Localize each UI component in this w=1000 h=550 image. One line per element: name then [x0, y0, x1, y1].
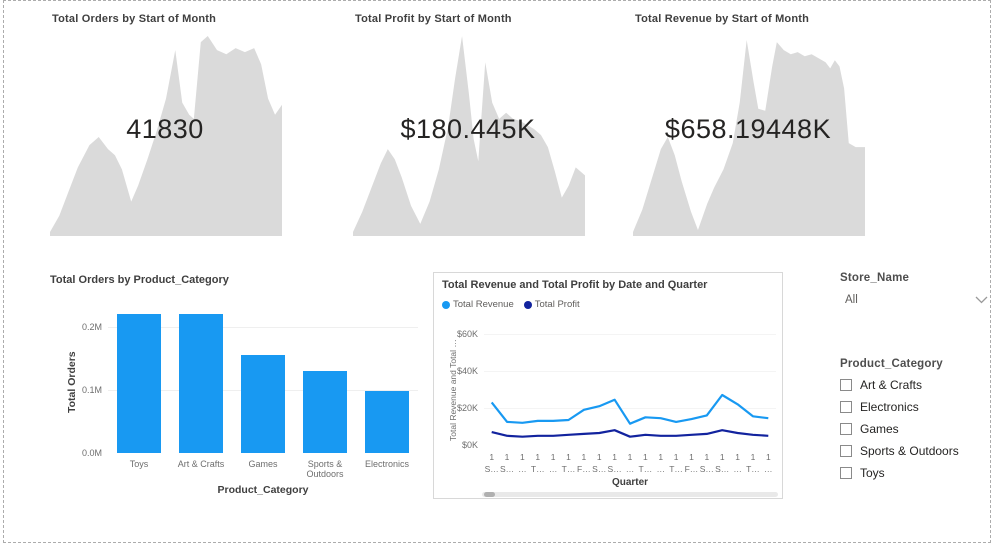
- bar-toys[interactable]: [117, 314, 161, 453]
- line-chart-revenue-profit: Total Revenue and Total Profit by Date a…: [433, 272, 783, 499]
- checkbox-icon[interactable]: [840, 467, 852, 479]
- x-tick-date-label: S…: [699, 463, 714, 475]
- x-tick-quarter-label: 1: [561, 451, 576, 463]
- slicer-store-name-header: Store_Name: [840, 272, 990, 284]
- x-tick-quarter-label: 1: [745, 451, 760, 463]
- x-tick-date-label: S…: [715, 463, 730, 475]
- y-tick-label: 0.2M: [62, 322, 102, 332]
- x-tick-quarter-label: 1: [761, 451, 776, 463]
- bar-sports-outdoors[interactable]: [303, 371, 347, 453]
- x-tick-date-label: T…: [745, 463, 760, 475]
- checkbox-label: Sports & Outdoors: [860, 444, 959, 458]
- x-tick-date-label: T…: [561, 463, 576, 475]
- x-tick-quarter-label: 1: [653, 451, 668, 463]
- bar-games[interactable]: [241, 355, 285, 453]
- card-title: Total Orders by Start of Month: [52, 13, 216, 25]
- category-checkbox-electronics[interactable]: Electronics: [840, 396, 990, 418]
- checkbox-label: Electronics: [860, 400, 919, 414]
- checkbox-icon[interactable]: [840, 379, 852, 391]
- checkbox-icon[interactable]: [840, 445, 852, 457]
- bar-chart-total-orders-by-category: Total Orders by Product_Category 0.0M0.1…: [42, 268, 447, 508]
- card-value-total-orders: 41830: [42, 114, 288, 145]
- line-plot-area: $0K$20K$40K$60K1S…1S…1…1T…1…1T…1F…1S…1S……: [434, 273, 782, 498]
- x-tick-date-label: S…: [484, 463, 499, 475]
- x-tick-quarter-label: 1: [730, 451, 745, 463]
- x-tick-date-label: T…: [530, 463, 545, 475]
- checkbox-label: Games: [860, 422, 899, 436]
- category-checkbox-art-crafts[interactable]: Art & Crafts: [840, 374, 990, 396]
- x-tick-date-label: T…: [638, 463, 653, 475]
- x-tick-quarter-label: 1: [699, 451, 714, 463]
- card-total-revenue: Total Revenue by Start of Month $658.194…: [625, 6, 871, 238]
- x-tick-date-label: …: [653, 463, 668, 475]
- x-tick-quarter-label: 1: [622, 451, 637, 463]
- x-category-label: Electronics: [356, 459, 418, 469]
- bar-electronics[interactable]: [365, 391, 409, 453]
- card-value-total-profit: $180.445K: [345, 114, 591, 145]
- bar-art-crafts[interactable]: [179, 314, 223, 453]
- slicer-product-category: Product_Category Art & Crafts Electronics…: [840, 358, 990, 484]
- card-title: Total Revenue by Start of Month: [635, 13, 809, 25]
- x-tick-quarter-label: 1: [530, 451, 545, 463]
- x-tick-date-label: …: [730, 463, 745, 475]
- x-tick-quarter-label: 1: [592, 451, 607, 463]
- card-total-orders: Total Orders by Start of Month 41830: [42, 6, 288, 238]
- x-tick-quarter-label: 1: [607, 451, 622, 463]
- y-tick-label: 0.0M: [62, 448, 102, 458]
- category-checkbox-toys[interactable]: Toys: [840, 462, 990, 484]
- x-tick-date-label: …: [515, 463, 530, 475]
- product-category-checkbox-list: Art & Crafts Electronics Games Sports & Out…: [840, 374, 990, 484]
- x-tick-quarter-label: 1: [668, 451, 683, 463]
- x-tick-date-label: …: [622, 463, 637, 475]
- x-tick-quarter-label: 1: [576, 451, 591, 463]
- x-tick-date-label: S…: [592, 463, 607, 475]
- checkbox-icon[interactable]: [840, 423, 852, 435]
- category-checkbox-games[interactable]: Games: [840, 418, 990, 440]
- card-total-profit: Total Profit by Start of Month $180.445K: [345, 6, 591, 238]
- x-tick-quarter-label: 1: [715, 451, 730, 463]
- line-y-axis-title: Total Revenue and Total …: [448, 339, 458, 441]
- line-x-axis-title: Quarter: [530, 477, 730, 488]
- x-tick-date-label: S…: [607, 463, 622, 475]
- x-scrollbar-thumb[interactable]: [484, 492, 495, 497]
- x-tick-date-label: F…: [576, 463, 591, 475]
- store-name-dropdown[interactable]: All: [840, 292, 990, 308]
- x-tick-quarter-label: 1: [545, 451, 560, 463]
- x-tick-quarter-label: 1: [484, 451, 499, 463]
- x-tick-date-label: …: [761, 463, 776, 475]
- x-tick-quarter-label: 1: [638, 451, 653, 463]
- x-tick-date-label: F…: [684, 463, 699, 475]
- x-category-label: Sports & Outdoors: [294, 459, 356, 480]
- card-value-total-revenue: $658.19448K: [625, 114, 871, 145]
- category-checkbox-sports-outdoors[interactable]: Sports & Outdoors: [840, 440, 990, 462]
- bar-x-axis-title: Product_Category: [163, 484, 363, 496]
- bar-y-axis-title: Total Orders: [66, 351, 78, 413]
- checkbox-label: Toys: [860, 466, 885, 480]
- slicer-product-category-header: Product_Category: [840, 358, 990, 370]
- x-tick-date-label: S…: [499, 463, 514, 475]
- card-title: Total Profit by Start of Month: [355, 13, 512, 25]
- x-scrollbar-track[interactable]: [482, 492, 778, 497]
- line-series-total-profit[interactable]: [492, 430, 769, 437]
- bar-plot-area: 0.0M0.1M0.2MToysArt & CraftsGamesSports …: [42, 268, 447, 508]
- line-series-total-revenue[interactable]: [492, 395, 769, 424]
- report-canvas: Total Orders by Start of Month 41830 Tot…: [0, 0, 1000, 550]
- x-category-label: Games: [232, 459, 294, 469]
- x-category-label: Toys: [108, 459, 170, 469]
- x-tick-quarter-label: 1: [499, 451, 514, 463]
- x-tick-quarter-label: 1: [684, 451, 699, 463]
- checkbox-icon[interactable]: [840, 401, 852, 413]
- x-category-label: Art & Crafts: [170, 459, 232, 469]
- checkbox-label: Art & Crafts: [860, 378, 922, 392]
- slicer-store-name: Store_Name All: [840, 272, 990, 308]
- store-name-dropdown-value: All: [845, 294, 858, 306]
- x-tick-date-label: T…: [668, 463, 683, 475]
- x-tick-quarter-label: 1: [515, 451, 530, 463]
- x-tick-date-label: …: [545, 463, 560, 475]
- chevron-down-icon: [975, 296, 988, 304]
